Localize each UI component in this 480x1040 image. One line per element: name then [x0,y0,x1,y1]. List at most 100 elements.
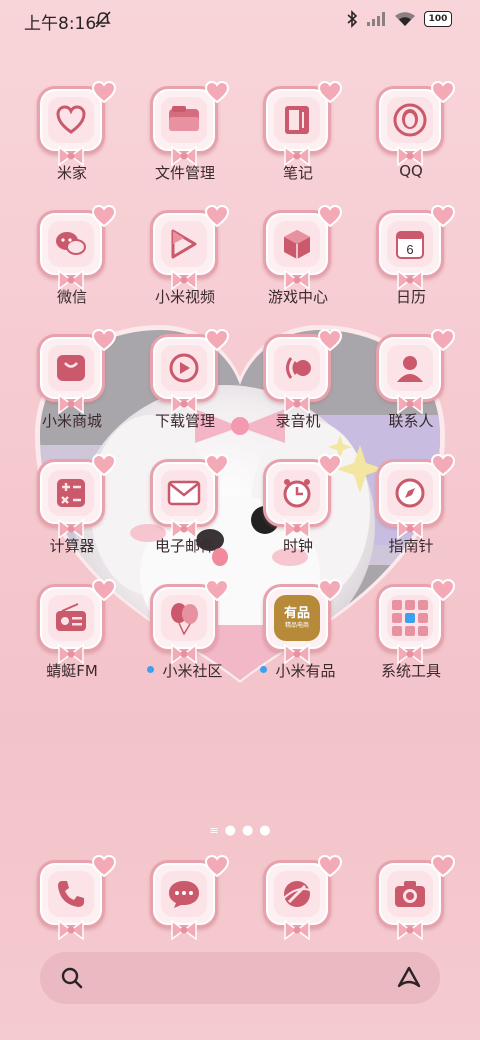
app-icon-tile[interactable] [150,80,230,167]
heart-decoration-icon [317,578,343,602]
app-icon-tile[interactable] [150,453,230,540]
app-label: 指南针 [356,535,466,556]
heart-decoration-icon [91,204,117,228]
app-icon-tile[interactable] [376,854,456,941]
app-label-text: 米家 [56,164,87,182]
app-label: 微信 [17,286,127,307]
app-notes[interactable]: 笔记 [243,80,353,206]
radio-icon [48,595,94,641]
app-icon-tile[interactable] [263,854,343,941]
heart-decoration-icon [430,578,456,602]
app-icon-tile[interactable]: 有品 精品电商 [263,578,343,665]
youpin-logo-subtext: 精品电商 [284,622,309,629]
mail-icon [161,470,207,516]
app-clock[interactable]: 时钟 [243,453,353,579]
app-contact[interactable]: 联系人 [356,328,466,454]
download-icon [161,345,207,391]
app-icon-tile[interactable] [150,204,230,291]
page-dot[interactable]: ● [225,823,236,838]
search-icon[interactable] [60,966,84,990]
app-icon-tile[interactable] [150,854,230,941]
app-label-text: 游戏中心 [267,288,328,306]
app-label: 日历 [356,286,466,307]
heart-decoration-icon [204,328,230,352]
app-icon-tile[interactable] [150,578,230,665]
app-label: 文件管理 [130,162,240,183]
app-qq[interactable]: QQ [356,80,466,206]
app-mijia[interactable]: 米家 [17,80,127,206]
app-label-text: 蜻蜓FM [46,662,98,680]
camera-icon [387,871,433,917]
app-icon-tile[interactable] [150,328,230,415]
page-dot[interactable]: ● [259,823,270,838]
heart-decoration-icon [204,854,230,878]
heart-decoration-icon [430,204,456,228]
heart-decoration-icon [91,80,117,104]
page-dot-current[interactable]: ● [242,823,253,838]
app-calculator[interactable]: 计算器 [17,453,127,579]
app-icon-tile[interactable] [263,328,343,415]
app-icon-tile[interactable] [376,453,456,540]
bow-decoration-icon [282,919,312,941]
wifi-icon [395,12,415,26]
app-shopping-bag[interactable]: 小米商城 [17,328,127,454]
page-indicator[interactable]: ≡ ● ● ● [0,823,480,838]
notes-icon [274,97,320,143]
app-youpin[interactable]: 有品 精品电商 小米有品 [243,578,353,704]
bluetooth-icon [347,10,358,28]
app-video-play[interactable]: 小米视频 [130,204,240,330]
bow-decoration-icon [169,919,199,941]
app-label: QQ [356,162,466,180]
phone-icon [48,871,94,917]
heart-decoration-icon [204,204,230,228]
svg-text:6: 6 [406,242,413,257]
app-wechat[interactable]: 微信 [17,204,127,330]
search-bar[interactable] [40,952,440,1004]
app-icon-tile[interactable] [37,328,117,415]
app-icon-tile[interactable] [376,578,456,665]
app-icon-tile[interactable] [376,328,456,415]
app-label-text: 下载管理 [154,412,215,430]
app-icon-tile[interactable]: 6 [376,204,456,291]
app-icon-tile[interactable] [376,80,456,167]
app-radio[interactable]: 蜻蜓FM [17,578,127,704]
app-label-text: QQ [399,162,423,180]
heart-decoration-icon [317,80,343,104]
app-compass[interactable]: 指南针 [356,453,466,579]
page-indicator-menu[interactable]: ≡ [209,824,218,837]
youpin-icon: 有品 精品电商 [274,595,320,641]
app-icon-tile[interactable] [37,453,117,540]
app-label-text: 指南针 [388,537,434,555]
app-icon-tile[interactable] [37,854,117,941]
heart-decoration-icon [204,578,230,602]
app-icon-tile[interactable] [263,204,343,291]
heart-decoration-icon [430,854,456,878]
app-calendar[interactable]: 6 日历 [356,204,466,330]
app-icon-tile[interactable] [37,578,117,665]
app-recorder[interactable]: 录音机 [243,328,353,454]
app-balloon[interactable]: 小米社区 [130,578,240,704]
contact-icon [387,345,433,391]
app-mail[interactable]: 电子邮件 [130,453,240,579]
app-label: 笔记 [243,162,353,183]
app-label: 小米视频 [130,286,240,307]
wechat-icon [48,221,94,267]
app-label: 下载管理 [130,410,240,431]
app-label-text: 计算器 [49,537,95,555]
compass-icon [387,470,433,516]
new-install-dot [147,666,155,673]
video-play-icon [161,221,207,267]
heart-decoration-icon [317,453,343,477]
app-label-text: 笔记 [282,164,313,182]
bow-decoration-icon [395,919,425,941]
heart-decoration-icon [91,854,117,878]
app-folder-grid[interactable]: 系统工具 [356,578,466,704]
app-icon-tile[interactable] [37,204,117,291]
app-download[interactable]: 下载管理 [130,328,240,454]
app-cube[interactable]: 游戏中心 [243,204,353,330]
app-icon-tile[interactable] [263,453,343,540]
app-icon-tile[interactable] [37,80,117,167]
app-folder[interactable]: 文件管理 [130,80,240,206]
app-icon-tile[interactable] [263,80,343,167]
assistant-icon[interactable] [396,966,422,990]
